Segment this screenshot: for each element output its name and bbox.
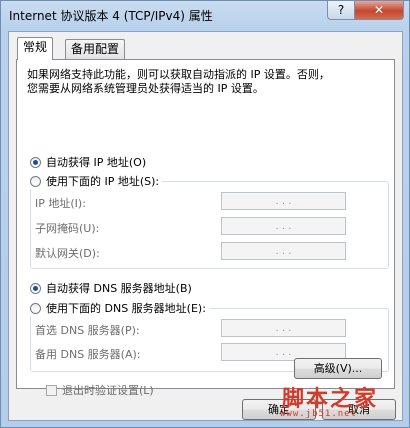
validate-on-exit-label: 退出时验证设置(L) xyxy=(62,384,154,397)
dns-auto-radio[interactable]: 自动获得 DNS 服务器地址(B) xyxy=(30,280,192,296)
radio-checked-icon[interactable] xyxy=(30,282,41,294)
ip-auto-label: 自动获得 IP 地址(O) xyxy=(46,156,147,169)
alternate-dns-dots: . . . xyxy=(275,346,292,358)
cancel-button[interactable]: 取消 xyxy=(322,399,396,420)
ok-button[interactable]: 确定 xyxy=(242,399,316,420)
tab-general[interactable]: 常规 xyxy=(17,37,54,60)
checkbox-unchecked-icon[interactable] xyxy=(46,384,57,396)
radio-unchecked-icon[interactable] xyxy=(30,175,41,187)
dialog-window: Internet 协议版本 4 (TCP/IPv4) 属性 ? ✕ 常规 备用配… xyxy=(0,0,410,428)
default-gateway-label: 默认网关(D): xyxy=(35,247,100,260)
window-title: Internet 协议版本 4 (TCP/IPv4) 属性 xyxy=(9,9,213,23)
subnet-mask-label: 子网掩码(U): xyxy=(35,222,100,235)
dns-manual-radio[interactable]: 使用下面的 DNS 服务器地址(E): xyxy=(30,300,209,316)
general-panel: 如果网络支持此功能，则可以获取自动指派的 IP 设置。否则， 您需要从网络系统管… xyxy=(16,59,395,397)
preferred-dns-field[interactable]: . . . xyxy=(221,319,346,337)
preferred-dns-dots: . . . xyxy=(275,322,292,334)
ip-address-label: IP 地址(I): xyxy=(35,197,86,210)
default-gateway-dots: . . . xyxy=(275,245,292,257)
dialog-client-area: 常规 备用配置 如果网络支持此功能，则可以获取自动指派的 IP 设置。否则， 您… xyxy=(8,31,403,421)
tab-alternate-config[interactable]: 备用配置 xyxy=(65,39,126,59)
alternate-dns-label: 备用 DNS 服务器(A): xyxy=(35,348,141,361)
ip-manual-label: 使用下面的 IP 地址(S): xyxy=(46,175,160,188)
validate-on-exit-checkbox[interactable]: 退出时验证设置(L) xyxy=(46,382,154,398)
close-icon: ✕ xyxy=(373,3,385,17)
help-button[interactable]: ? xyxy=(327,1,355,20)
ip-address-dots: . . . xyxy=(275,195,292,207)
title-bar[interactable]: Internet 协议版本 4 (TCP/IPv4) 属性 ? ✕ xyxy=(1,1,409,31)
radio-checked-icon[interactable] xyxy=(30,156,41,168)
close-button[interactable]: ✕ xyxy=(354,1,404,20)
advanced-button[interactable]: 高级(V)... xyxy=(294,358,382,379)
ip-auto-radio[interactable]: 自动获得 IP 地址(O) xyxy=(30,154,146,170)
description-text: 如果网络支持此功能，则可以获取自动指派的 IP 设置。否则， 您需要从网络系统管… xyxy=(27,68,330,95)
default-gateway-field[interactable]: . . . xyxy=(221,242,346,260)
subnet-mask-dots: . . . xyxy=(275,220,292,232)
preferred-dns-label: 首选 DNS 服务器(P): xyxy=(35,324,140,337)
dns-auto-label: 自动获得 DNS 服务器地址(B) xyxy=(46,282,192,295)
ip-manual-radio[interactable]: 使用下面的 IP 地址(S): xyxy=(30,173,163,189)
subnet-mask-field[interactable]: . . . xyxy=(221,217,346,235)
ip-address-field[interactable]: . . . xyxy=(221,192,346,210)
dns-manual-label: 使用下面的 DNS 服务器地址(E): xyxy=(46,302,206,315)
help-icon: ? xyxy=(337,3,345,17)
radio-unchecked-icon[interactable] xyxy=(30,302,41,314)
